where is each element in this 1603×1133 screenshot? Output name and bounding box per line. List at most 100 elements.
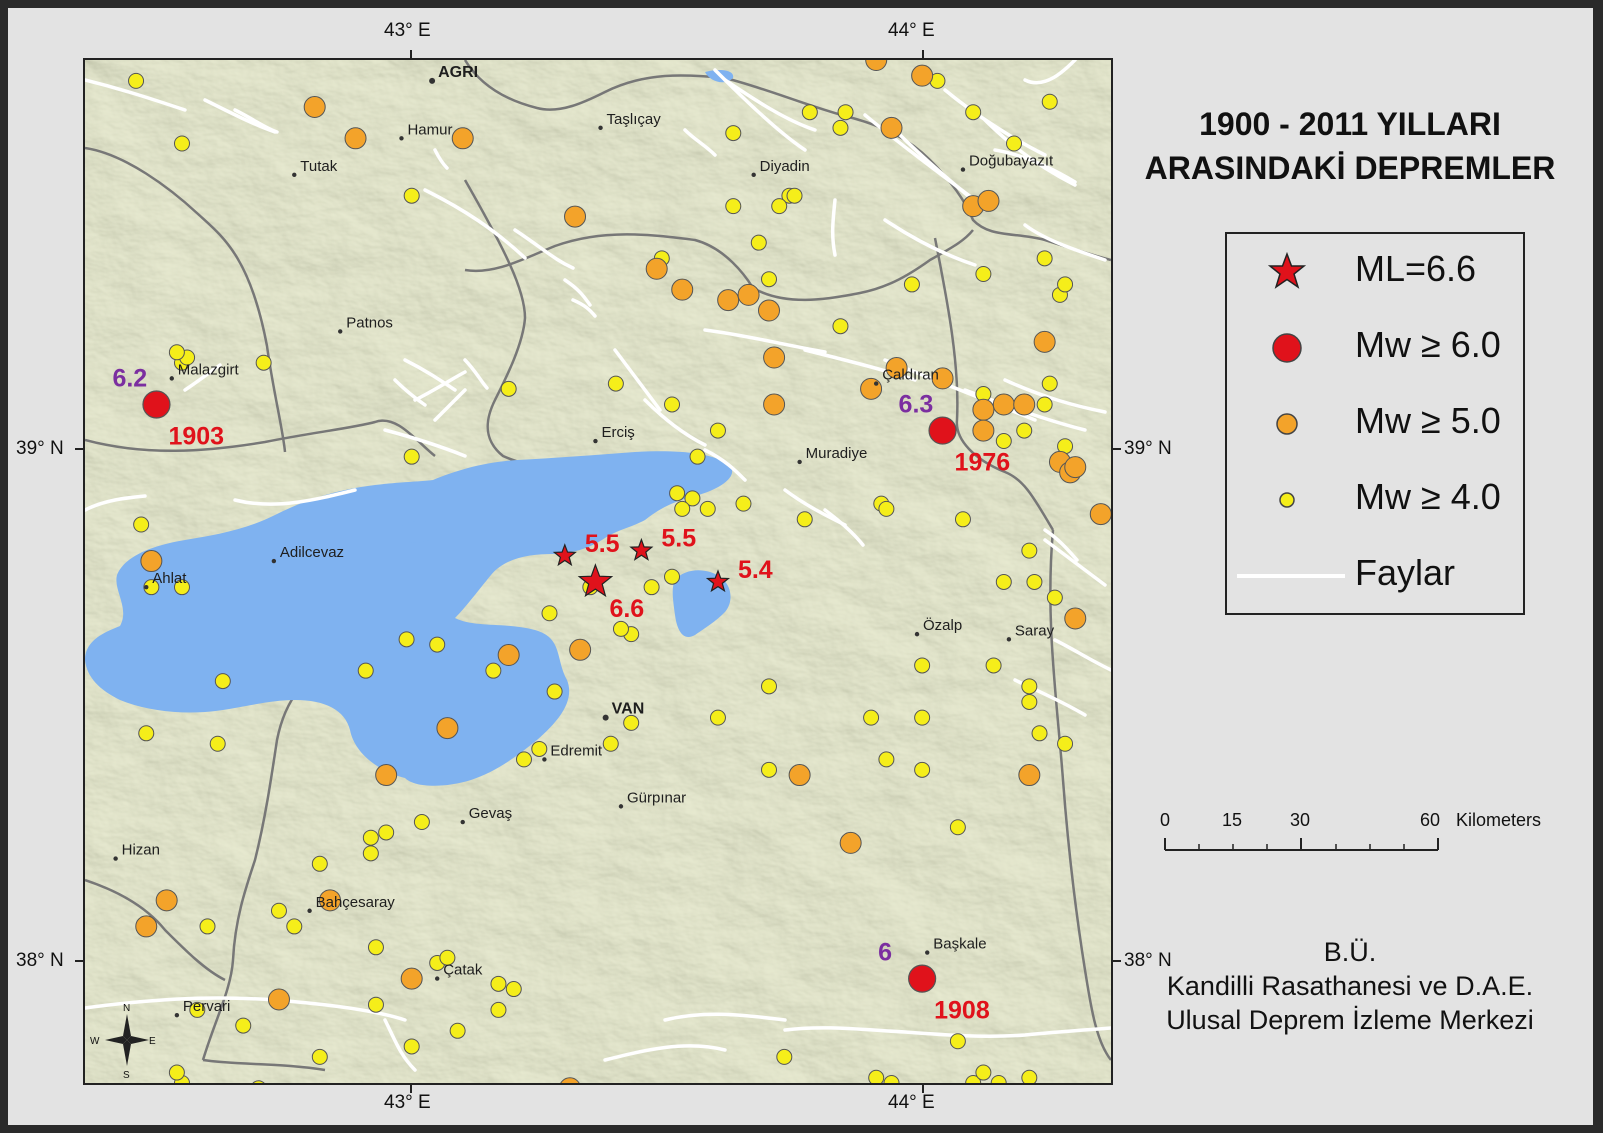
- mw5-event: [344, 127, 367, 150]
- mw4-event: [776, 1048, 793, 1065]
- mw5-event: [977, 189, 1000, 212]
- mw4-event: [761, 678, 777, 695]
- mw4-event: [209, 735, 226, 752]
- place-marker: [618, 804, 624, 809]
- mw4-event: [878, 500, 895, 517]
- mw4-event: [664, 568, 681, 585]
- mw4-event: [1036, 396, 1053, 413]
- legend-label: Mw ≥ 5.0: [1355, 400, 1501, 441]
- place-marker: [292, 172, 297, 178]
- place-marker: [925, 950, 930, 955]
- mw5-event: [1064, 607, 1087, 630]
- credits-line-3: Ulusal Deprem İzleme Merkezi: [1166, 1005, 1534, 1035]
- lon-label-top-44: 44° E: [888, 20, 935, 41]
- place-marker: [460, 819, 465, 825]
- place-label: AGRI: [438, 64, 478, 81]
- mw4-event: [138, 725, 155, 742]
- mw4-event: [689, 448, 706, 465]
- mw4-event: [878, 751, 895, 768]
- mw4-event: [403, 448, 420, 465]
- mw5-event: [880, 116, 903, 139]
- compass-s: S: [123, 1070, 130, 1080]
- mw4-event: [270, 902, 287, 919]
- place-label: Muradiye: [806, 445, 868, 462]
- scale-tick-label: 15: [1222, 810, 1243, 830]
- mw4-event: [311, 1048, 328, 1065]
- mw5-event: [972, 398, 995, 421]
- mw4-event: [674, 500, 691, 517]
- lon-label-top-43: 43° E: [384, 20, 431, 41]
- place-marker: [914, 631, 920, 637]
- place-label: Bahçesaray: [316, 894, 396, 911]
- mw4-event: [485, 662, 502, 679]
- mw5-event: [992, 393, 1015, 416]
- place-label: Özalp: [923, 616, 962, 634]
- mw5-event: [497, 644, 520, 667]
- map-canvas[interactable]: AGRI Taşlıçay Hamur Tutak Diyadin Doğubayazıt…: [85, 60, 1111, 1083]
- star-magnitude-label: 5.4: [738, 556, 773, 584]
- mw4-event: [311, 855, 328, 872]
- place-label: Gevaş: [469, 805, 512, 822]
- mw4-event: [975, 1064, 992, 1081]
- mw4-event: [903, 276, 920, 293]
- mw5-event: [451, 127, 474, 150]
- credits-line-2: Kandilli Rasathanesi ve D.A.E.: [1166, 971, 1534, 1001]
- legend-row-mw5: Mw ≥ 5.0: [1227, 386, 1523, 462]
- scale-bar: 0 15 30 60 Kilometers: [1150, 810, 1590, 870]
- place-label: VAN: [612, 701, 645, 718]
- map-title: 1900 - 2011 YILLARI ARASINDAKİ DEPREMLER: [1120, 102, 1580, 190]
- mw4-event: [500, 380, 517, 397]
- tick: [75, 960, 84, 962]
- mw5-event: [1033, 330, 1056, 353]
- place-marker: [542, 757, 547, 762]
- mw4-event: [490, 1001, 507, 1018]
- mw4-event: [367, 996, 384, 1013]
- mw4-event: [199, 918, 216, 935]
- tick: [410, 50, 412, 59]
- mw4-event: [725, 125, 742, 142]
- mw5-event: [788, 764, 811, 787]
- lon-label-bottom-43: 43° E: [384, 1092, 431, 1113]
- place-label: Edremit: [550, 742, 603, 759]
- mw4-event: [709, 422, 726, 439]
- mw5-event: [972, 419, 995, 442]
- legend-row-mw6: Mw ≥ 6.0: [1227, 310, 1523, 386]
- mw5-event: [1089, 503, 1111, 526]
- mw4-event: [168, 344, 185, 361]
- mw4-event: [515, 751, 532, 768]
- lat-label-left-39: 39° N: [16, 438, 64, 459]
- compass-n: N: [123, 1003, 130, 1014]
- compass-rose-icon: N S W E: [90, 1003, 156, 1080]
- mw4-event: [367, 939, 384, 956]
- mw4-event: [378, 824, 395, 841]
- mw4-event: [949, 819, 966, 836]
- place-marker: [1006, 637, 1012, 642]
- mw4-event: [699, 500, 716, 517]
- mw4-event: [1036, 250, 1053, 267]
- mw5-event: [758, 299, 780, 322]
- mw5-event: [717, 289, 740, 312]
- mw4-event: [362, 845, 379, 862]
- medium-circle-icon: [1276, 413, 1298, 435]
- mw4-event: [1031, 725, 1048, 742]
- star-magnitude-label: 5.5: [661, 525, 696, 553]
- place-marker: [429, 77, 436, 84]
- credits: B.Ü. Kandilli Rasathanesi ve D.A.E. Ulus…: [1120, 935, 1580, 1037]
- mw4-event: [235, 1017, 252, 1034]
- place-marker: [144, 584, 149, 590]
- mw5-event: [140, 550, 163, 573]
- mw4-event: [796, 511, 813, 528]
- tick: [922, 1084, 924, 1093]
- place-marker: [593, 438, 598, 444]
- mw4-event: [255, 354, 272, 371]
- map-frame[interactable]: AGRI Taşlıçay Hamur Tutak Diyadin Doğubayazıt…: [83, 58, 1113, 1085]
- mw4-event: [1021, 1069, 1038, 1083]
- mw4-event: [837, 104, 854, 121]
- event-magnitude-label: 6.2: [112, 364, 147, 392]
- mw4-event: [949, 1033, 966, 1050]
- place-label: Gürpınar: [627, 789, 686, 806]
- mw4-event: [413, 814, 430, 831]
- tick: [1112, 448, 1121, 450]
- mw4-event: [1021, 542, 1038, 559]
- compass-e: E: [149, 1036, 156, 1047]
